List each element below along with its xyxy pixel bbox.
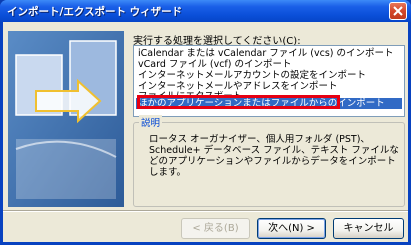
title-bar[interactable]: インポート/エクスポート ウィザード — [0, 0, 411, 22]
divider — [3, 210, 408, 212]
wizard-illustration-icon — [8, 31, 124, 207]
wizard-side-image — [8, 31, 124, 207]
list-item[interactable]: インターネットメールアカウントの設定をインポート — [136, 70, 402, 81]
next-button[interactable]: 次へ(N) > — [257, 218, 326, 239]
description-legend: 説明 — [139, 115, 163, 129]
description-text: ロータス オーガナイザー、個人用フォルダ (PST)、Schedule+ データ… — [149, 134, 399, 178]
window-title: インポート/エクスポート ウィザード — [7, 6, 183, 18]
back-button[interactable]: < 戻る(B) — [181, 218, 250, 239]
list-item[interactable]: iCalendar または vCalendar ファイル (vcs) のインポー… — [136, 48, 402, 59]
close-icon — [393, 6, 403, 16]
list-item[interactable]: vCard ファイル (vcf) のインポート — [136, 59, 402, 70]
wizard-window: インポート/エクスポート ウィザード 実行する処理を選択してください(C): i… — [0, 0, 411, 245]
cancel-button[interactable]: キャンセル — [333, 218, 404, 239]
red-highlight-box — [137, 95, 340, 109]
dialog-client: 実行する処理を選択してください(C): iCalendar または vCalen… — [3, 22, 408, 242]
close-button[interactable] — [389, 2, 407, 20]
